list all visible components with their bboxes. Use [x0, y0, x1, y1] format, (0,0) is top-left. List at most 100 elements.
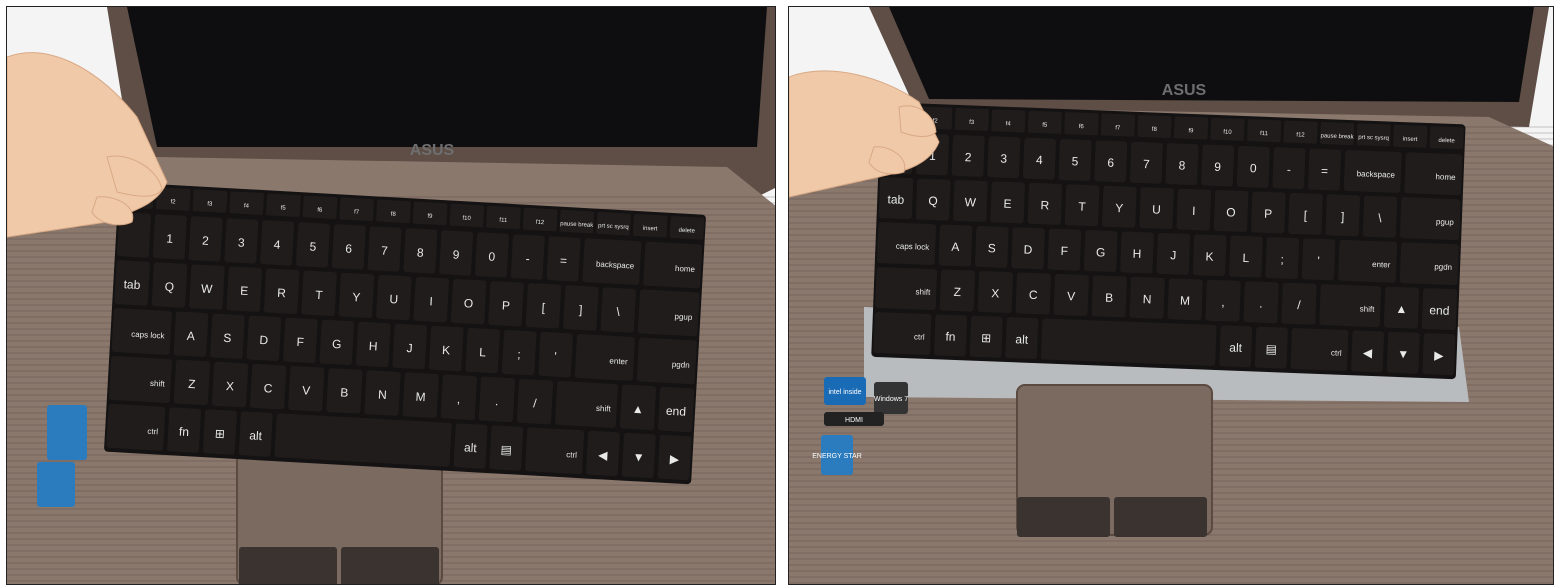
key — [1041, 318, 1217, 366]
key-label: 6 — [1107, 156, 1115, 170]
key-label: caps lock — [896, 242, 931, 252]
fn-key-label: f3 — [969, 120, 975, 126]
fn-key-label: f10 — [462, 216, 471, 222]
key-label: H — [1132, 247, 1141, 261]
key-label: ; — [1280, 252, 1284, 266]
key-label: ▼ — [632, 450, 645, 465]
key-label: ▶ — [669, 452, 680, 467]
key-label: Q — [928, 194, 938, 208]
key-label: W — [964, 195, 977, 209]
key-label: ▤ — [500, 442, 512, 457]
fn-key-label: f10 — [1223, 130, 1232, 136]
key-label: W — [201, 282, 214, 297]
key-label: U — [1152, 202, 1161, 216]
key-label: caps lock — [131, 330, 166, 341]
fn-key-label: f9 — [1188, 128, 1194, 134]
key-label: V — [1067, 289, 1076, 303]
key-label: 6 — [345, 242, 353, 256]
key-label: X — [226, 379, 235, 393]
key-label: D — [1023, 242, 1033, 256]
key-label: M — [1180, 294, 1191, 308]
key-label: pgup — [1436, 217, 1455, 227]
key-label: P — [502, 298, 511, 312]
key-label: 5 — [1071, 154, 1079, 168]
key-label: 0 — [1250, 161, 1258, 175]
fn-key-label: delete — [1438, 138, 1455, 145]
key-label: Y — [352, 290, 361, 304]
key-label: T — [1078, 200, 1087, 214]
key-label: shift — [150, 379, 166, 389]
key-label: shift — [915, 287, 931, 297]
fn-key-label: insert — [1403, 136, 1418, 143]
key-label: C — [263, 381, 273, 395]
key-label: ctrl — [1331, 348, 1342, 357]
key-label: , — [1221, 295, 1225, 309]
key-label: M — [415, 390, 426, 405]
key-label: 9 — [1214, 160, 1222, 174]
key-label: ▲ — [1395, 302, 1407, 316]
left-photo: ASUSf1f2f3f4f5f6f7f8f9f10f11f12pause bre… — [7, 7, 775, 584]
key-label: 3 — [238, 236, 246, 250]
key-label: 4 — [273, 238, 281, 252]
sticker-label: HDMI — [845, 417, 863, 424]
key-label: S — [987, 241, 996, 255]
sticker-label: Windows 7 — [874, 396, 908, 403]
key-label: V — [302, 383, 311, 397]
touchpad-left-button — [1017, 497, 1110, 537]
right-photo: ASUSf1f2f3f4f5f6f7f8f9f10f11f12pause bre… — [789, 7, 1553, 584]
key-label: K — [442, 343, 451, 357]
key-label: enter — [609, 356, 628, 366]
key-label: N — [378, 388, 387, 402]
key-label: F — [296, 335, 304, 349]
touchpad-right-button — [1114, 497, 1207, 537]
key-label: home — [1435, 172, 1456, 182]
key-label: ▼ — [1397, 347, 1409, 361]
key-label: E — [1003, 197, 1012, 211]
key-label: F — [1060, 244, 1068, 258]
key-label: alt — [249, 428, 263, 443]
fn-key-label: prt sc sysrq — [1358, 135, 1389, 142]
key-label: end — [666, 404, 687, 419]
brand-logo: ASUS — [1162, 82, 1207, 99]
key-label: O — [464, 296, 474, 310]
key-label: home — [675, 264, 696, 274]
key-label: B — [340, 385, 349, 399]
key-label: shift — [596, 404, 612, 414]
key-label: 0 — [488, 250, 496, 264]
key-label: U — [389, 292, 398, 306]
key-label: G — [1096, 245, 1106, 259]
key-label: T — [315, 288, 324, 302]
key-label: B — [1105, 291, 1114, 305]
key-label: 2 — [202, 234, 210, 248]
key-label: Q — [164, 279, 174, 293]
key-label: - — [1287, 163, 1292, 177]
key-label: ctrl — [147, 427, 158, 437]
key-label: J — [1170, 248, 1177, 262]
key-label: backspace — [1357, 169, 1396, 179]
key-label: end — [1429, 303, 1450, 318]
sticker-label: ENERGY STAR — [812, 453, 862, 460]
key-label: 8 — [417, 246, 425, 260]
key-label: 7 — [1143, 157, 1151, 171]
key-label: alt — [1015, 332, 1029, 347]
keyboard: f1f2f3f4f5f6f7f8f9f10f11f12pause breakpr… — [871, 102, 1466, 380]
key-label: I — [1192, 204, 1196, 218]
key-label: J — [406, 341, 413, 355]
key-label: ▶ — [1434, 348, 1445, 362]
key-label: C — [1029, 288, 1039, 302]
fn-key-label: f5 — [1042, 123, 1048, 129]
key-label: A — [186, 329, 195, 343]
key-label: tab — [123, 277, 141, 292]
key-label: ctrl — [566, 450, 577, 460]
fn-key-label: f8 — [1152, 127, 1158, 133]
fn-key-label: f11 — [1260, 131, 1269, 137]
brand-logo: ASUS — [410, 142, 455, 159]
key-label: ⊞ — [214, 427, 225, 442]
key-label: X — [991, 286, 1000, 300]
key-label: tab — [887, 192, 905, 207]
key-label: = — [1321, 164, 1329, 178]
key-label: E — [240, 284, 249, 298]
key-label: alt — [464, 440, 478, 455]
key-label: ▲ — [632, 402, 645, 417]
sticker — [47, 405, 87, 460]
